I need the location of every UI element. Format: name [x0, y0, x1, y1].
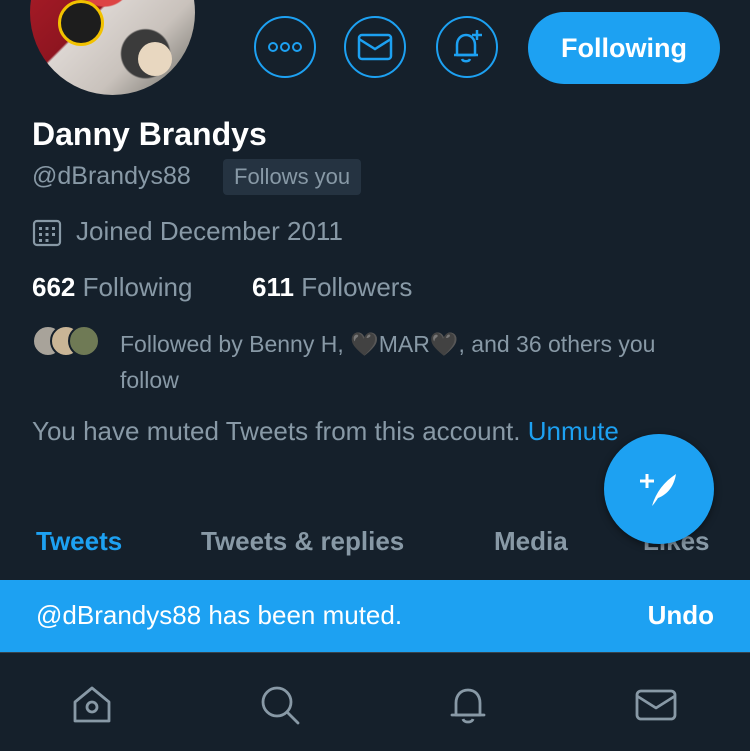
compose-feather-icon — [640, 474, 676, 506]
following-label: Following — [82, 272, 193, 302]
followed-by-text[interactable]: Followed by Benny H, 🖤MAR🖤, and 36 other… — [120, 326, 720, 398]
unmute-link[interactable]: Unmute — [528, 416, 619, 446]
message-button[interactable] — [344, 16, 406, 78]
following-count: 662 — [32, 272, 76, 302]
following-stat[interactable]: 662 Following — [32, 272, 192, 303]
following-button[interactable]: Following — [528, 12, 720, 84]
search-icon[interactable] — [258, 683, 302, 727]
muted-notice: You have muted Tweets from this account.… — [32, 416, 619, 447]
compose-tweet-button[interactable] — [604, 434, 714, 544]
more-options-button[interactable] — [254, 16, 316, 78]
messages-icon[interactable] — [634, 683, 678, 727]
undo-button[interactable]: Undo — [648, 600, 714, 631]
home-icon[interactable] — [70, 683, 114, 727]
followers-count: 611 — [252, 272, 294, 302]
notifications-icon[interactable] — [446, 683, 490, 727]
avatar-face — [138, 42, 172, 76]
joined-date: Joined December 2011 — [76, 216, 343, 246]
more-icon — [268, 42, 302, 52]
follower-avatar[interactable] — [68, 325, 100, 357]
avatar-logo-patch — [58, 0, 104, 46]
notifications-button[interactable] — [436, 16, 498, 78]
calendar-icon — [32, 219, 62, 247]
tab-tweets[interactable]: Tweets — [36, 526, 122, 557]
tab-media[interactable]: Media — [494, 526, 568, 557]
toast-message: @dBrandys88 has been muted. — [36, 600, 403, 630]
followers-stat[interactable]: 611 Followers — [252, 272, 412, 303]
envelope-icon — [357, 33, 393, 61]
bell-plus-icon — [454, 30, 482, 63]
muted-notice-text: You have muted Tweets from this account. — [32, 416, 521, 446]
profile-handle: @dBrandys88 — [32, 162, 191, 190]
follows-you-badge: Follows you — [223, 159, 362, 195]
tab-tweets-replies[interactable]: Tweets & replies — [201, 526, 404, 557]
bottom-nav — [0, 652, 750, 751]
muted-toast: @dBrandys88 has been muted. Undo — [0, 580, 750, 652]
profile-avatar[interactable] — [30, 0, 195, 95]
profile-name: Danny Brandys — [32, 116, 267, 152]
followers-label: Followers — [301, 272, 413, 302]
